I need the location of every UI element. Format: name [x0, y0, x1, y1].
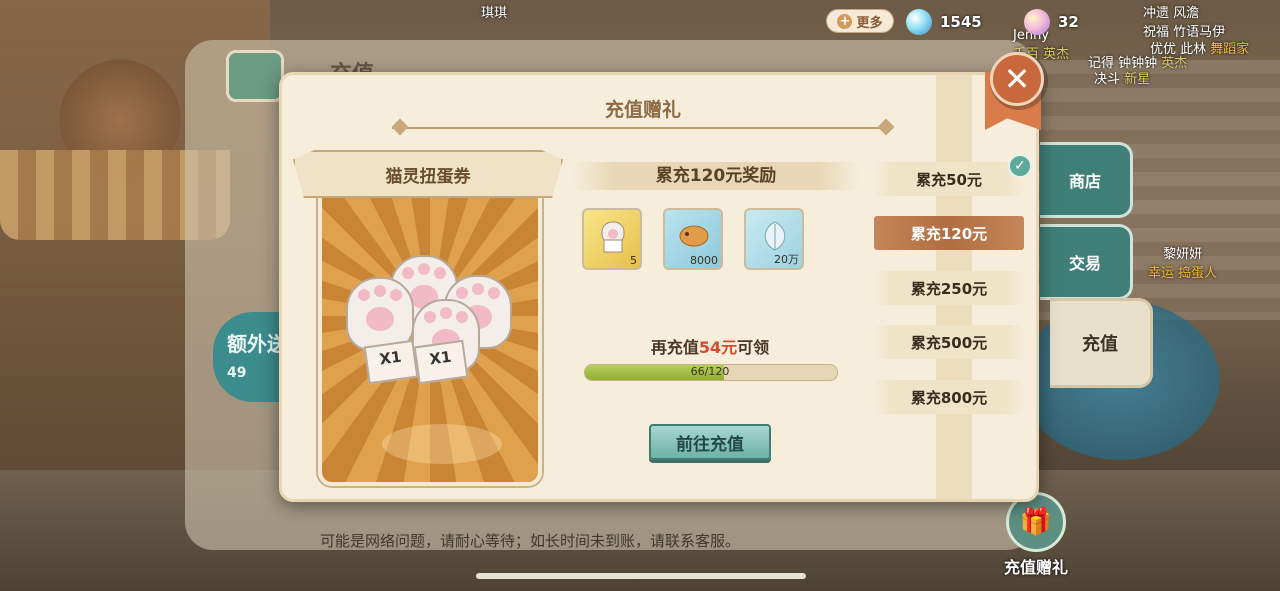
player-name: 黎妍妍 幸运 捣蛋人: [1148, 243, 1217, 281]
extra-label: 额外送: [227, 332, 287, 356]
tab-recharge[interactable]: 充值: [1050, 298, 1153, 388]
item-qty: 8000: [690, 254, 718, 267]
recharge-hint: 再充值54元可领: [585, 334, 835, 358]
player-title: 英杰: [1161, 56, 1188, 71]
tier-500[interactable]: 累充500元: [874, 325, 1024, 359]
close-button[interactable]: ✕: [990, 52, 1044, 106]
player-title: 幸运 捣蛋人: [1148, 266, 1218, 281]
gift-button-label: 充值赠礼: [1003, 558, 1068, 577]
recharge-suffix: 可领: [737, 338, 770, 357]
pink-gem-icon: [1024, 9, 1050, 35]
go-recharge-button[interactable]: 前往充值: [649, 424, 771, 460]
blue-gem-icon: [906, 9, 932, 35]
recharge-amount: 54元: [698, 338, 738, 357]
network-notice: 可能是网络问题，请耐心等待；如长时间未到账，请联系客服。: [320, 532, 741, 550]
player-name: 琪琪: [481, 6, 508, 21]
player-name-text: 黎妍妍: [1163, 247, 1203, 262]
currency-blue-value: 1545: [940, 13, 982, 31]
reward-item-paw-ticket[interactable]: 5: [582, 208, 642, 270]
player-name-text: 冲遗 风澹: [1143, 6, 1200, 21]
ticket-label: X1: [363, 339, 419, 385]
dialog-title: 充值赠礼: [604, 99, 681, 121]
reward-header: 累充120元奖励: [572, 162, 860, 190]
plus-icon: +: [837, 13, 853, 29]
item-qty: 20万: [774, 253, 799, 266]
progress-label: 66/120: [690, 365, 730, 378]
tier-800[interactable]: 累充800元: [874, 380, 1024, 414]
tab-trade[interactable]: 交易: [1040, 224, 1133, 300]
player-name: 决斗 新星: [1094, 68, 1150, 87]
taiyaki-icon: [679, 225, 709, 247]
prize-glow: [382, 424, 502, 464]
paw-ticket-icon: [601, 221, 625, 253]
tab-shop[interactable]: 商店: [1040, 142, 1133, 218]
recharge-prefix: 再充值: [650, 338, 699, 357]
tier-250[interactable]: 累充250元: [874, 271, 1024, 305]
more-label: 更多: [856, 15, 883, 31]
checkmark-icon: ✓: [1008, 154, 1032, 178]
tier-50[interactable]: 累充50元: [874, 162, 1024, 196]
more-button[interactable]: + 更多: [826, 9, 894, 33]
currency-pink-value: 32: [1058, 13, 1079, 31]
background-tab-icon[interactable]: [226, 50, 284, 102]
reward-item-leaf[interactable]: 20万: [744, 208, 804, 270]
recharge-gift-button[interactable]: 🎁 充值赠礼: [996, 492, 1076, 582]
player-name: 冲遗 风澹 祝福 竹语马伊: [1143, 2, 1225, 40]
ticket-label: X1: [413, 339, 469, 385]
tier-120[interactable]: 累充120元: [874, 216, 1024, 250]
player-title: 舞蹈家: [1210, 42, 1250, 57]
prize-banner: 猫灵扭蛋券: [293, 150, 563, 198]
player-title: 新星: [1124, 72, 1151, 87]
currency-pink[interactable]: 32: [1024, 9, 1079, 35]
close-icon: ✕: [1003, 60, 1031, 98]
player-name-text: 决斗: [1094, 72, 1121, 87]
item-qty: 5: [630, 254, 637, 267]
title-divider: [392, 127, 892, 129]
home-indicator[interactable]: [476, 573, 806, 579]
reward-item-taiyaki[interactable]: 8000: [663, 208, 723, 270]
currency-blue[interactable]: 1545: [906, 9, 982, 35]
